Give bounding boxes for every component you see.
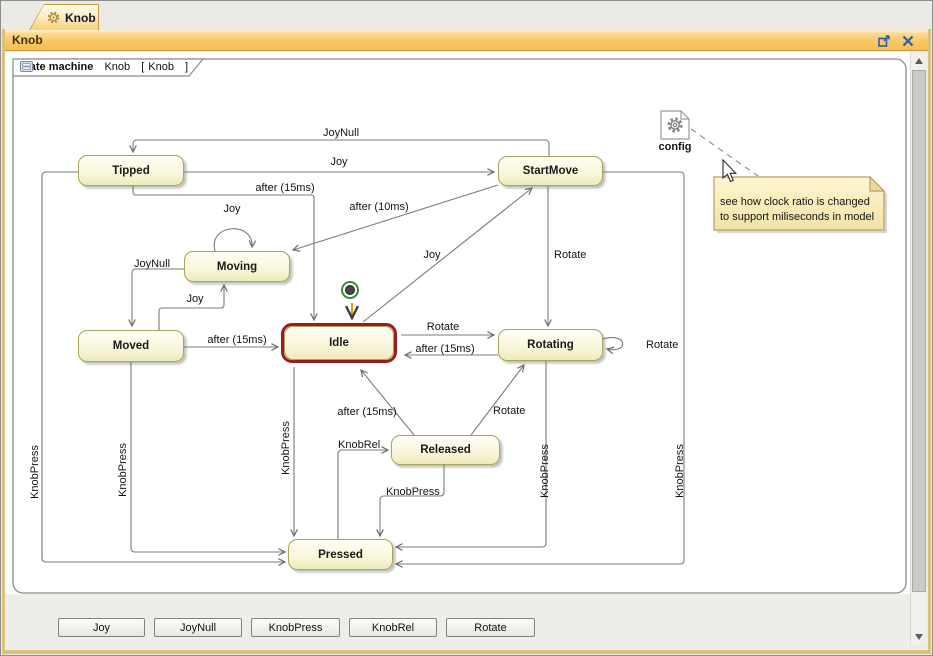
transition-label[interactable]: Joy [330,156,348,168]
state-startmove[interactable]: StartMove [498,156,603,186]
state-tipped[interactable]: Tipped [78,155,184,186]
simulation-button-panel: Joy JoyNull KnobPress KnobRel Rotate [5,594,910,650]
tab-knob[interactable]: Knob [29,4,99,30]
triangle-down-icon [915,634,923,640]
scrollbar-thumb[interactable] [912,70,926,592]
button-joynull[interactable]: JoyNull [154,618,242,637]
transition-released-rotating[interactable] [471,365,524,435]
close-icon[interactable] [901,34,915,48]
gear-icon [47,11,60,24]
state-idle[interactable]: Idle [284,326,394,360]
transition-label[interactable]: Joy [223,203,241,215]
transition-startmove-pressed[interactable] [396,172,684,564]
transition-label[interactable]: JoyNull [134,258,170,270]
transition-rotating-self[interactable] [603,338,623,350]
transition-label[interactable]: KnobRel [338,439,380,451]
initial-state-node[interactable] [341,281,359,299]
note[interactable]: see how clock ratio is changed to suppor… [714,177,887,233]
transition-released-pressed[interactable] [380,465,444,536]
frame-name: Knob [104,61,130,73]
transition-label[interactable]: KnobPress [539,444,551,498]
triangle-up-icon [915,58,923,64]
state-diagram-icon [20,61,33,72]
button-joy[interactable]: Joy [58,618,145,637]
transition-startmove-moving[interactable] [293,185,498,250]
tab-label: Knob [65,11,96,25]
transition-moved-pressed[interactable] [131,362,285,552]
diagram-frame [13,59,906,593]
transition-label[interactable]: JoyNull [323,127,359,139]
tab-bar: Knob [2,2,931,30]
app-window: Knob Knob [0,0,933,656]
button-rotate[interactable]: Rotate [446,618,535,637]
transition-label[interactable]: Rotate [554,249,586,261]
transition-released-idle[interactable] [361,370,414,435]
scroll-down-button[interactable] [911,629,927,645]
transition-label[interactable]: KnobPress [386,486,440,498]
button-knobrel[interactable]: KnobRel [349,618,437,637]
diagram-frame-label: state machine Knob [Knob ] [20,61,188,73]
config-label[interactable]: config [659,141,692,153]
state-moved[interactable]: Moved [78,330,184,362]
transition-label[interactable]: Joy [423,249,441,261]
transition-label[interactable]: Rotate [493,405,525,417]
transition-label[interactable]: KnobPress [117,443,129,497]
transition-label[interactable]: KnobPress [29,445,41,499]
transition-label[interactable]: after (10ms) [349,201,408,213]
transition-label[interactable]: after (15ms) [415,343,474,355]
transition-moving-self[interactable] [214,229,252,251]
transition-label[interactable]: Joy [186,293,204,305]
transition-label[interactable]: after (15ms) [255,182,314,194]
selection-border-idle[interactable]: Idle [281,323,397,363]
transition-label[interactable]: after (15ms) [337,406,396,418]
transition-label[interactable]: after (15ms) [207,334,266,346]
button-knobpress[interactable]: KnobPress [251,618,340,637]
vertical-scrollbar[interactable] [910,53,927,645]
state-rotating[interactable]: Rotating [498,329,603,361]
diagram-title: Knob [12,33,43,47]
diagram-layer: JoyNull Joy after (15ms) after (10ms) Jo… [5,52,910,594]
transition-label[interactable]: KnobPress [674,444,686,498]
transition-moved-moving[interactable] [159,285,224,330]
note-text-line1: see how clock ratio is changed [720,196,870,208]
state-moving[interactable]: Moving [184,251,290,282]
transition-label[interactable]: Rotate [427,321,459,333]
transition-label[interactable]: Rotate [646,339,678,351]
restore-window-icon[interactable] [877,34,891,48]
transition-moving-moved[interactable] [132,269,184,326]
state-pressed[interactable]: Pressed [288,539,393,570]
diagram-canvas: JoyNull Joy after (15ms) after (10ms) Jo… [5,52,910,594]
diagram-title-bar: Knob [2,30,931,51]
note-text-line2: to support miliseconds in model [720,211,874,223]
config-element[interactable]: config [659,111,692,153]
state-released[interactable]: Released [391,435,500,465]
frame-ref: Knob [148,61,174,73]
transition-startmove-tipped[interactable] [133,140,549,156]
transition-tipped-pressed[interactable] [42,172,285,562]
transition-label[interactable]: KnobPress [280,421,292,475]
scroll-up-button[interactable] [911,53,927,69]
